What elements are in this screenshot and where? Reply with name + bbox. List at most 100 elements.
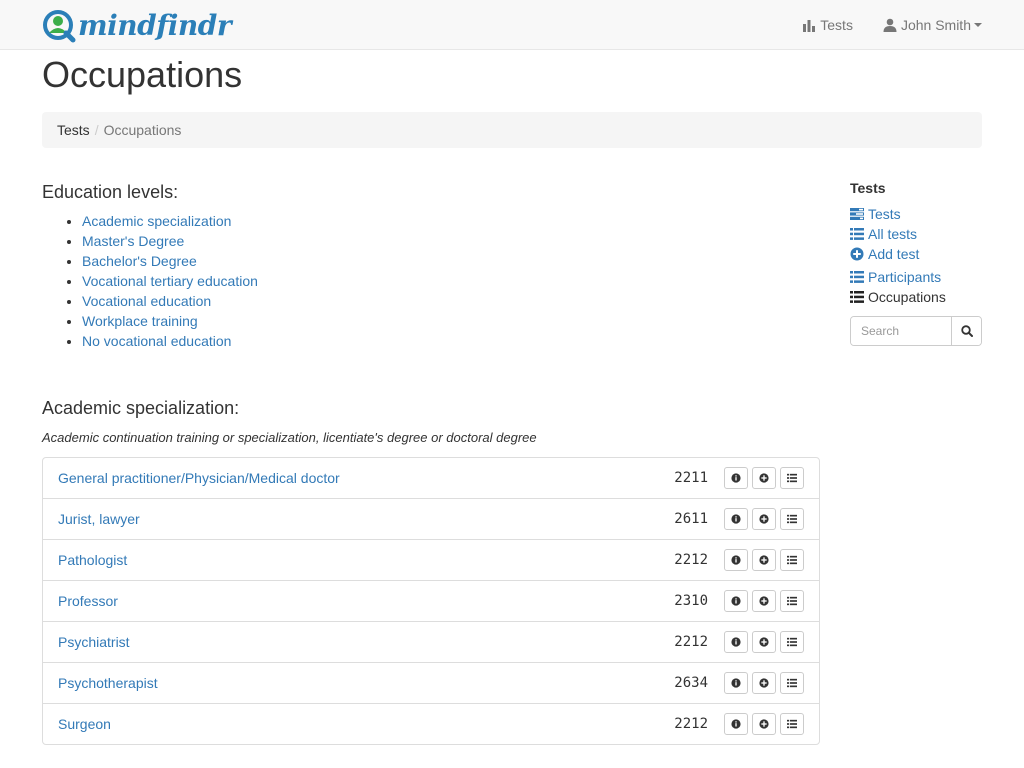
sidebar-item-tests[interactable]: Tests: [850, 204, 982, 224]
user-name: John Smith: [900, 17, 971, 33]
list-button[interactable]: [780, 467, 804, 489]
info-icon: [731, 596, 741, 606]
user-icon: [883, 18, 897, 32]
plus-circle-icon: [759, 678, 769, 688]
occupation-code: 2310: [674, 593, 708, 609]
plus-circle-icon: [759, 473, 769, 483]
sidebar-item-add-test[interactable]: Add test: [850, 244, 982, 264]
occupation-link[interactable]: Psychiatrist: [58, 634, 674, 650]
occupation-link[interactable]: General practitioner/Physician/Medical d…: [58, 470, 674, 486]
navbar: mindfindr Tests John Smith: [0, 0, 1024, 50]
education-level-link[interactable]: Vocational education: [82, 293, 211, 309]
list-item: No vocational education: [82, 331, 820, 351]
occupation-code: 2634: [674, 675, 708, 691]
list-item: Bachelor's Degree: [82, 251, 820, 271]
list-icon: [787, 596, 797, 606]
sidebar-item-participants[interactable]: Participants: [850, 267, 982, 287]
sidebar-item-label: Tests: [868, 206, 901, 222]
list-icon: [850, 291, 864, 303]
plus-circle-icon: [759, 637, 769, 647]
list-button[interactable]: [780, 508, 804, 530]
table-row: Surgeon 2212: [43, 704, 819, 744]
user-menu-dropdown[interactable]: John Smith: [883, 17, 982, 33]
list-icon: [787, 719, 797, 729]
list-button[interactable]: [780, 590, 804, 612]
occupation-link[interactable]: Jurist, lawyer: [58, 511, 674, 527]
plus-circle-icon: [850, 247, 864, 261]
breadcrumb-separator: /: [94, 122, 99, 138]
info-button[interactable]: [724, 467, 748, 489]
sidebar-heading: Tests: [850, 180, 886, 196]
info-icon: [731, 678, 741, 688]
info-icon: [731, 637, 741, 647]
education-level-link[interactable]: Workplace training: [82, 313, 198, 329]
plus-circle-icon: [759, 596, 769, 606]
sidebar-item-occupations[interactable]: Occupations: [850, 287, 982, 307]
education-levels-list: Academic specialization Master's Degree …: [42, 211, 820, 351]
info-button[interactable]: [724, 672, 748, 694]
tasks-icon: [850, 208, 864, 220]
add-button[interactable]: [752, 631, 776, 653]
add-button[interactable]: [752, 508, 776, 530]
info-icon: [731, 514, 741, 524]
info-button[interactable]: [724, 713, 748, 735]
list-item: Workplace training: [82, 311, 820, 331]
education-level-link[interactable]: No vocational education: [82, 333, 231, 349]
table-row: Pathologist 2212: [43, 540, 819, 581]
education-level-link[interactable]: Master's Degree: [82, 233, 184, 249]
brand-logo-icon: [43, 10, 76, 43]
nav-tests-link[interactable]: Tests: [802, 17, 853, 33]
education-level-link[interactable]: Bachelor's Degree: [82, 253, 197, 269]
list-icon: [787, 555, 797, 565]
list-button[interactable]: [780, 713, 804, 735]
breadcrumb-tests-link[interactable]: Tests: [57, 122, 90, 138]
search-input[interactable]: [851, 317, 951, 345]
table-row: Professor 2310: [43, 581, 819, 622]
specialization-heading: Academic specialization:: [42, 398, 240, 418]
search-form: [850, 316, 982, 346]
info-icon: [731, 555, 741, 565]
education-levels-heading: Education levels:: [42, 182, 179, 202]
add-button[interactable]: [752, 672, 776, 694]
sidebar-item-label: Participants: [868, 269, 942, 285]
education-level-link[interactable]: Vocational tertiary education: [82, 273, 258, 289]
list-item: Vocational tertiary education: [82, 271, 820, 291]
brand-logo-link[interactable]: mindfindr: [42, 8, 232, 44]
occupation-code: 2212: [674, 634, 708, 650]
occupation-link[interactable]: Psychotherapist: [58, 675, 674, 691]
sidebar-item-label: All tests: [868, 226, 918, 242]
sidebar-item-all-tests[interactable]: All tests: [850, 224, 982, 244]
info-icon: [731, 473, 741, 483]
occupation-link[interactable]: Professor: [58, 593, 674, 609]
occupation-link[interactable]: Surgeon: [58, 716, 674, 732]
occupation-link[interactable]: Pathologist: [58, 552, 674, 568]
list-button[interactable]: [780, 631, 804, 653]
table-row: Psychotherapist 2634: [43, 663, 819, 704]
list-button[interactable]: [780, 549, 804, 571]
search-button[interactable]: [951, 317, 981, 345]
info-button[interactable]: [724, 549, 748, 571]
table-row: Jurist, lawyer 2611: [43, 499, 819, 540]
specialization-description: Academic continuation training or specia…: [42, 430, 537, 445]
breadcrumb: Tests / Occupations: [42, 112, 982, 148]
table-row: General practitioner/Physician/Medical d…: [43, 458, 819, 499]
occupation-code: 2212: [674, 716, 708, 732]
info-button[interactable]: [724, 508, 748, 530]
info-button[interactable]: [724, 590, 748, 612]
add-button[interactable]: [752, 549, 776, 571]
education-level-link[interactable]: Academic specialization: [82, 213, 231, 229]
nav-tests-label: Tests: [820, 17, 853, 33]
add-button[interactable]: [752, 467, 776, 489]
info-button[interactable]: [724, 631, 748, 653]
info-icon: [731, 719, 741, 729]
main-content: Education levels: Academic specializatio…: [42, 180, 820, 745]
add-button[interactable]: [752, 713, 776, 735]
sidebar-nav: Tests All tests Add test Participants Oc…: [850, 204, 982, 307]
list-icon: [787, 637, 797, 647]
sidebar-item-label: Add test: [868, 246, 920, 262]
list-icon: [850, 228, 864, 240]
add-button[interactable]: [752, 590, 776, 612]
list-button[interactable]: [780, 672, 804, 694]
table-row: Psychiatrist 2212: [43, 622, 819, 663]
sidebar: Tests Tests All tests Add test Participa…: [850, 180, 982, 346]
